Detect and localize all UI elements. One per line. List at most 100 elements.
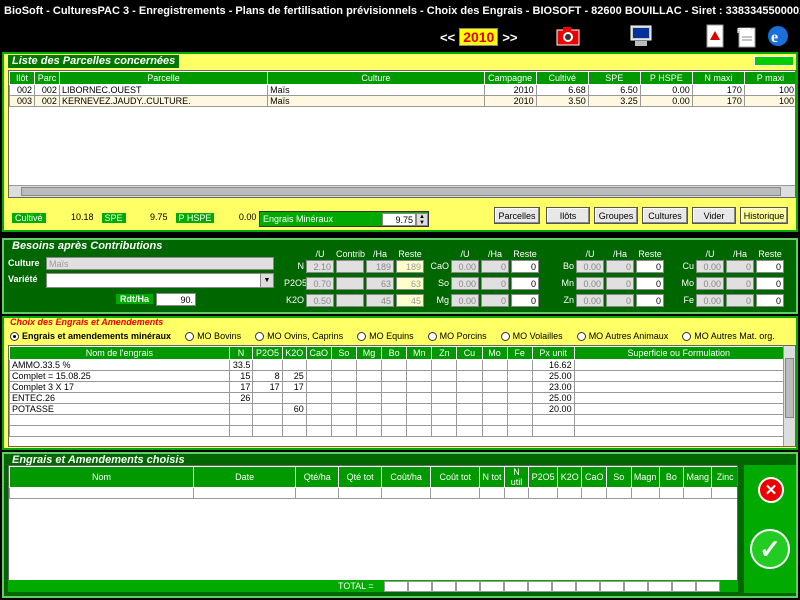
table-row[interactable]: 002 002 LIBORNEC.OUEST Maïs 2010 6.68 6.50 0.00… [9, 84, 795, 96]
column-header[interactable]: Superficie ou Formulation [573, 346, 785, 360]
column-header[interactable]: Mn [406, 346, 433, 360]
rdt-field[interactable]: 90. [156, 293, 196, 306]
column-header[interactable]: Qté tot [338, 466, 383, 488]
table-cell[interactable] [338, 487, 383, 499]
column-header[interactable]: K2O [281, 346, 307, 360]
column-header[interactable]: Magn [630, 466, 660, 488]
radio-icon[interactable] [500, 331, 510, 341]
column-header[interactable]: P HSPE [639, 71, 693, 85]
table-row[interactable] [9, 425, 785, 437]
radio-icon[interactable] [576, 331, 586, 341]
column-header[interactable]: Date [193, 466, 297, 488]
table-cell[interactable] [630, 487, 660, 499]
radio-icon[interactable] [185, 331, 195, 341]
column-header[interactable]: Nom [9, 466, 195, 488]
column-header[interactable]: N util [503, 466, 530, 488]
radio-icon[interactable] [682, 331, 692, 341]
column-header[interactable]: Zn [431, 346, 458, 360]
column-header[interactable]: Coût/ha [381, 466, 432, 488]
column-header[interactable]: Fe [506, 346, 533, 360]
source-radio[interactable]: MO Volailles [500, 331, 563, 341]
source-radio[interactable]: MO Autres Animaux [576, 331, 668, 341]
vertical-scrollbar[interactable] [783, 346, 795, 446]
source-radio[interactable]: MO Equins [357, 331, 414, 341]
table-cell[interactable] [528, 487, 558, 499]
cultures-button[interactable]: Cultures [642, 207, 688, 224]
column-header[interactable]: Culture [267, 71, 485, 85]
engrais-mineraux-select[interactable]: Engrais Minéraux 9.75 ▲ ▼ [259, 211, 429, 227]
prev-year-button[interactable]: << [440, 30, 455, 45]
column-header[interactable]: Mo [481, 346, 508, 360]
column-header[interactable]: N maxi [691, 71, 745, 85]
radio-icon[interactable] [357, 331, 367, 341]
column-header[interactable]: Coût tot [430, 466, 481, 488]
horizontal-scrollbar[interactable] [9, 185, 795, 197]
column-header[interactable]: Px unit [531, 346, 575, 360]
rtf-icon[interactable]: RTF [734, 24, 760, 48]
column-header[interactable]: Bo [381, 346, 408, 360]
table-row[interactable]: Complet = 15.08.25 15 8 25 25.00 [9, 370, 785, 382]
column-header[interactable]: Qté/ha [295, 466, 340, 488]
ilots-button[interactable]: Ilôts [546, 207, 590, 224]
column-header[interactable]: So [330, 346, 357, 360]
historique-button[interactable]: Historique [740, 207, 788, 224]
validate-icon[interactable]: ✓ [750, 529, 790, 569]
radio-icon[interactable] [10, 331, 19, 341]
chevron-down-icon[interactable]: ▼ [260, 274, 273, 287]
column-header[interactable]: Zinc [711, 466, 737, 488]
spinner-icon[interactable]: ▲ ▼ [416, 212, 428, 226]
table-row[interactable]: 003 002 KERNEVEZ.JAUDY..CULTURE. Maïs 2010 3.… [9, 95, 795, 107]
table-cell[interactable] [711, 487, 737, 499]
camera-icon[interactable] [555, 24, 581, 48]
internet-explorer-icon[interactable]: e [765, 24, 791, 48]
table-cell[interactable] [430, 487, 481, 499]
radio-icon[interactable] [427, 331, 437, 341]
next-year-button[interactable]: >> [502, 30, 517, 45]
scrollbar-thumb[interactable] [21, 187, 781, 196]
column-header[interactable]: SPE [587, 71, 641, 85]
table-cell[interactable] [381, 487, 432, 499]
table-cell[interactable] [556, 487, 583, 499]
table-cell[interactable] [658, 487, 685, 499]
column-header[interactable]: Nom de l'engrais [9, 346, 230, 360]
variete-dropdown[interactable]: ▼ [46, 273, 274, 288]
table-cell[interactable] [503, 487, 530, 499]
table-row[interactable]: Complet 3 X 17 17 17 17 23.00 [9, 381, 785, 393]
parcelles-button[interactable]: Parcelles [494, 207, 540, 224]
column-header[interactable]: Ilôt [9, 71, 35, 85]
column-header[interactable]: Parc [33, 71, 60, 85]
column-header[interactable]: P maxi [743, 71, 795, 85]
column-header[interactable]: Bo [658, 466, 685, 488]
source-radio[interactable]: MO Porcins [427, 331, 487, 341]
column-header[interactable]: CaO [305, 346, 332, 360]
column-header[interactable]: Cultivé [535, 71, 589, 85]
table-row[interactable] [9, 414, 785, 426]
column-header[interactable]: Mang [683, 466, 713, 488]
column-header[interactable]: So [606, 466, 632, 488]
cancel-icon[interactable]: ✕ [758, 477, 784, 503]
column-header[interactable]: Campagne [483, 71, 537, 85]
column-header[interactable]: K2O [556, 466, 583, 488]
scrollbar-thumb[interactable] [785, 358, 794, 418]
pdf-icon[interactable] [702, 24, 728, 48]
column-header[interactable]: P2O5 [252, 346, 283, 360]
table-cell[interactable] [606, 487, 632, 499]
computer-icon[interactable] [628, 24, 654, 48]
column-header[interactable]: CaO [581, 466, 608, 488]
table-row[interactable]: POTASSE 60 20.00 [9, 403, 785, 415]
table-cell[interactable] [683, 487, 713, 499]
column-header[interactable]: Cu [456, 346, 483, 360]
source-radio[interactable]: Engrais et amendements minéraux [10, 331, 171, 341]
radio-icon[interactable] [255, 331, 265, 341]
column-header[interactable]: Mg [355, 346, 383, 360]
column-header[interactable]: N [228, 346, 254, 360]
column-header[interactable]: Parcelle [58, 71, 269, 85]
column-header[interactable]: P2O5 [528, 466, 558, 488]
vider-button[interactable]: Vider [692, 207, 736, 224]
table-cell[interactable] [193, 487, 297, 499]
table-cell[interactable] [295, 487, 340, 499]
groupes-button[interactable]: Groupes [594, 207, 638, 224]
source-radio[interactable]: MO Autres Mat. org. [682, 331, 775, 341]
table-row[interactable]: AMMO.33.5 % 33.5 16.62 [9, 359, 785, 371]
source-radio[interactable]: MO Ovins, Caprins [255, 331, 343, 341]
